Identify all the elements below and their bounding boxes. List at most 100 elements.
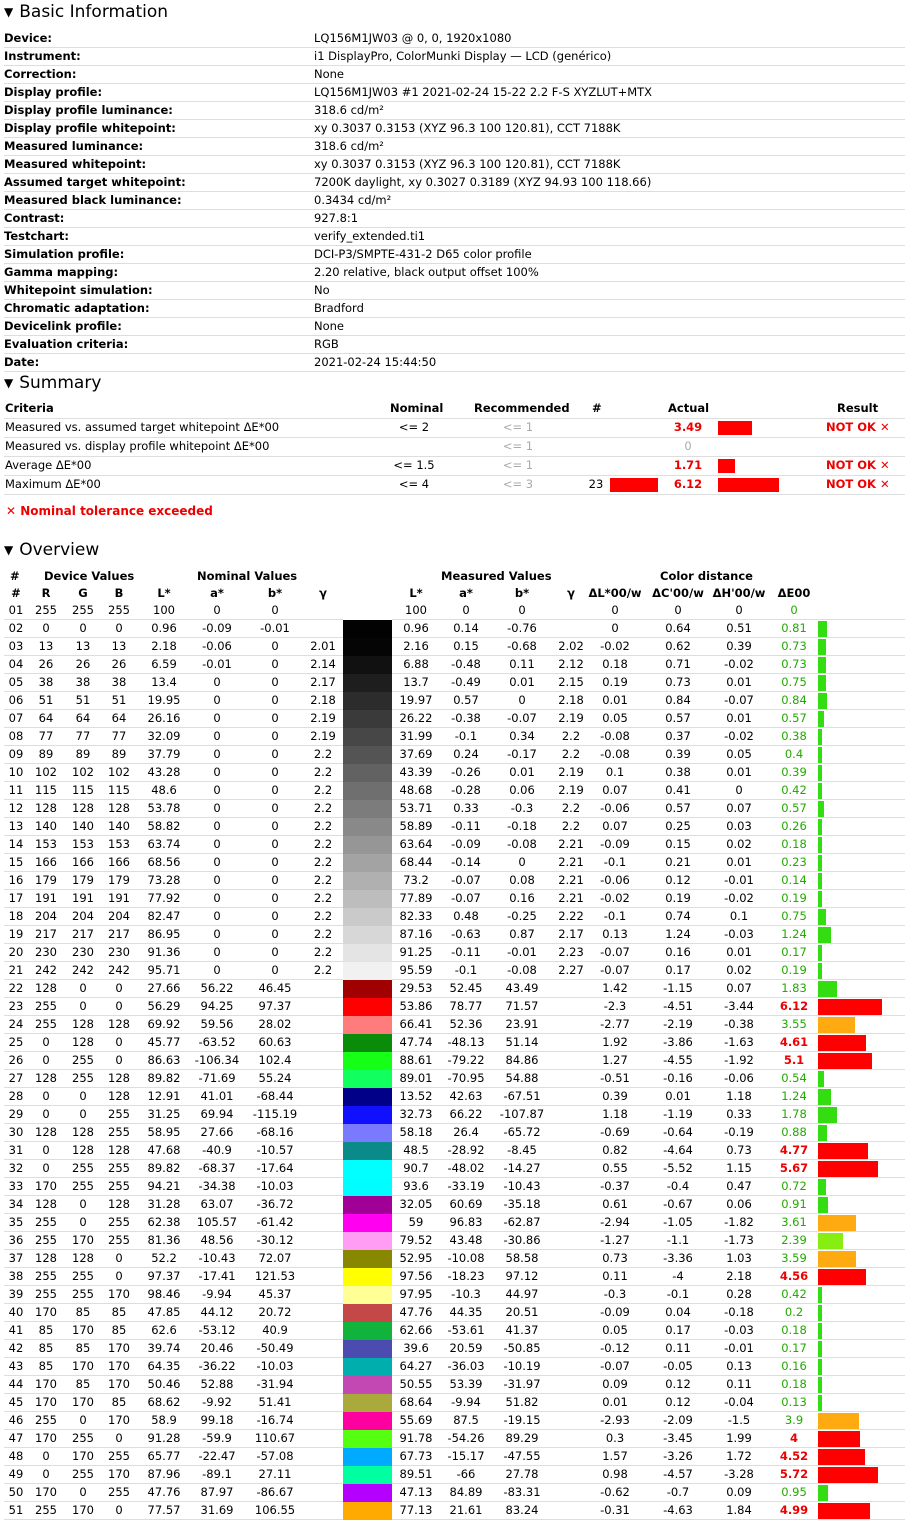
overview-heading[interactable]: ▼ Overview [4, 540, 99, 560]
ov-cell-dE: 4.61 [779, 1035, 809, 1049]
color-swatch [343, 1304, 392, 1322]
ov-cell-dH: 0.07 [726, 801, 752, 815]
table-row: 39 255 255 170 98.46 -9.94 45.37 97.95 -10.3 44.9… [4, 1286, 905, 1304]
overview-column-header: # R G B L* a* b* γ L* a* b* γ ΔL*00/w ΔC'00/w ΔH'00/w Δ… [4, 585, 905, 602]
ov-cell-n: 06 [8, 693, 24, 707]
ov-cell-dC: 0.12 [665, 873, 691, 887]
ov-cell-bb: 0 [271, 837, 279, 851]
ov-cell-a: 0 [213, 891, 221, 905]
table-row: 22 128 0 0 27.66 56.22 46.45 29.53 52.45 43.49 1.4… [4, 980, 905, 998]
ov-cell-r: 255 [35, 603, 57, 617]
info-value: No [314, 283, 330, 297]
col-num: # [592, 401, 602, 415]
basic-info-heading[interactable]: ▼ Basic Information [4, 2, 168, 22]
ov-cell-g: 128 [72, 801, 94, 815]
ov-cell-b: 255 [108, 1107, 130, 1121]
ov-cell-a: 69.94 [200, 1107, 234, 1121]
ov-cell-n: 25 [8, 1035, 24, 1049]
color-swatch [343, 728, 392, 746]
ov-cell-b: 170 [108, 1359, 130, 1373]
info-value: RGB [314, 337, 339, 351]
ov-cell-bb: 0 [271, 891, 279, 905]
color-swatch [343, 1106, 392, 1124]
summary-row: Average ΔE*00 <= 1.5 <= 1 1.71 NOT OK ✕ [4, 457, 905, 476]
info-row: Date: 2021-02-24 15:44:50 [4, 354, 905, 372]
ov-cell-gm: 2.14 [310, 657, 336, 671]
ov-cell-mg: 2.2 [561, 729, 581, 743]
summary-title: Summary [19, 373, 102, 393]
table-row: 26 0 255 0 86.63 -106.34 102.4 88.61 -79.22 84.86… [4, 1052, 905, 1070]
ov-cell-n: 09 [8, 747, 24, 761]
collapse-triangle-icon: ▼ [4, 5, 14, 19]
color-swatch [343, 782, 392, 800]
ov-col-header: R [41, 586, 51, 600]
table-row: 24 255 128 128 69.92 59.56 28.02 66.41 52.36 23.9… [4, 1016, 905, 1034]
info-value: verify_extended.ti1 [314, 229, 426, 243]
ov-cell-g: 0 [79, 1413, 87, 1427]
ov-col-header: a* [210, 586, 224, 600]
ov-cell-n: 08 [8, 729, 24, 743]
ov-cell-n: 02 [8, 621, 24, 635]
ov-cell-mb: -31.97 [503, 1377, 541, 1391]
ov-cell-n: 34 [8, 1197, 24, 1211]
ov-cell-mL: 68.64 [399, 1395, 433, 1409]
ov-cell-bb: -10.03 [256, 1359, 294, 1373]
ov-cell-g: 128 [72, 1251, 94, 1265]
ov-cell-mb: -10.19 [503, 1359, 541, 1373]
ov-cell-dE: 0.72 [781, 1179, 807, 1193]
color-swatch [343, 962, 392, 980]
ov-cell-g: 255 [72, 1431, 94, 1445]
delta-e-bar [818, 747, 822, 763]
ov-cell-dC: -0.16 [663, 1071, 693, 1085]
info-value: 2.20 relative, black output offset 100% [314, 265, 539, 279]
delta-e-bar [818, 1395, 822, 1411]
color-swatch [343, 1052, 392, 1070]
ov-cell-r: 0 [42, 621, 50, 635]
ov-cell-L: 94.21 [147, 1179, 181, 1193]
ov-cell-mL: 67.73 [399, 1449, 433, 1463]
info-row: Device: LQ156M1JW03 @ 0, 0, 1920x1080 [4, 30, 905, 48]
summary-result: NOT OK ✕ [826, 420, 890, 434]
ov-cell-bb: -10.57 [256, 1143, 294, 1157]
ov-cell-L: 58.95 [147, 1125, 181, 1139]
delta-e-bar [818, 1305, 822, 1321]
info-value: LQ156M1JW03 @ 0, 0, 1920x1080 [314, 31, 512, 45]
ov-cell-a: -10.43 [198, 1251, 236, 1265]
delta-e-bar [818, 729, 822, 745]
table-row: 12 128 128 128 53.78 0 0 2.2 53.71 0.33 -0.3 2.2 -0.… [4, 800, 905, 818]
ov-cell-mL: 68.44 [399, 855, 433, 869]
color-swatch [343, 980, 392, 998]
ov-cell-dL: -0.62 [600, 1485, 630, 1499]
info-key: Simulation profile: [4, 247, 125, 261]
ov-cell-dL: -0.02 [600, 639, 630, 653]
ov-cell-dL: 0.07 [602, 819, 628, 833]
color-swatch [343, 926, 392, 944]
ov-cell-r: 85 [38, 1359, 54, 1373]
ov-cell-a: -9.92 [202, 1395, 232, 1409]
table-row: 15 166 166 166 68.56 0 0 2.2 68.44 -0.14 0 2.21 -0.1… [4, 854, 905, 872]
ov-cell-dH: 1.15 [726, 1161, 752, 1175]
ov-cell-dL: -2.94 [600, 1215, 630, 1229]
delta-e-bar [818, 621, 827, 637]
ov-cell-gm: 2.19 [310, 711, 336, 725]
delta-e-bar [818, 873, 822, 889]
ov-cell-L: 56.29 [147, 999, 181, 1013]
summary-heading[interactable]: ▼ Summary [4, 373, 101, 393]
summary-criteria: Measured vs. assumed target whitepoint Δ… [5, 420, 280, 434]
ov-cell-a: 0 [213, 675, 221, 689]
ov-cell-dH: 0.03 [726, 819, 752, 833]
ov-cell-dH: 0.47 [726, 1179, 752, 1193]
basic-info-title: Basic Information [19, 2, 169, 22]
color-swatch [343, 818, 392, 836]
ov-cell-mb: -83.31 [503, 1485, 541, 1499]
delta-e-bar [818, 1485, 828, 1501]
ov-cell-mb: -19.15 [503, 1413, 541, 1427]
ov-cell-dE: 0.57 [781, 801, 807, 815]
col-actual: Actual [668, 401, 710, 415]
color-swatch [343, 800, 392, 818]
ov-cell-dH: 0.05 [726, 747, 752, 761]
ov-cell-dL: -0.12 [600, 1341, 630, 1355]
table-row: 16 179 179 179 73.28 0 0 2.2 73.2 -0.07 0.08 2.21 -0… [4, 872, 905, 890]
ov-cell-mL: 88.61 [399, 1053, 433, 1067]
ov-cell-dC: -0.05 [663, 1359, 693, 1373]
